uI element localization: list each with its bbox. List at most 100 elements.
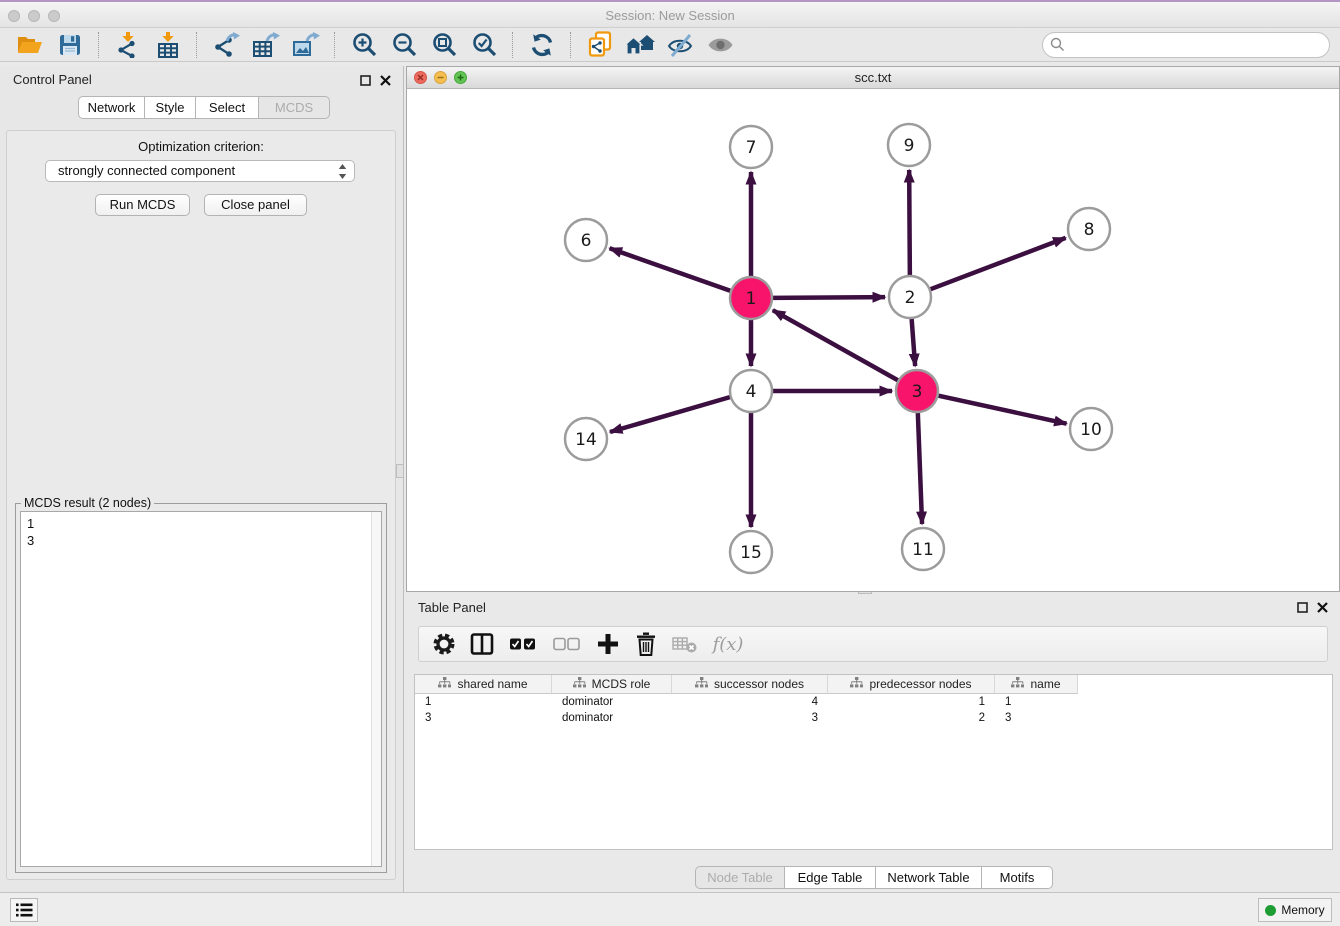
node-4[interactable]: 4 [730,370,772,412]
edge-2-8[interactable] [931,238,1066,289]
svg-text:2: 2 [905,288,916,308]
criterion-select[interactable]: strongly connected component [45,160,355,182]
tab-select[interactable]: Select [195,96,259,119]
node-10[interactable]: 10 [1070,408,1112,450]
clone-network-icon[interactable] [585,30,615,60]
toolbar-separator [98,32,100,58]
column-header-name[interactable]: name [995,675,1078,694]
node-7[interactable]: 7 [730,126,772,168]
edge-2-3[interactable] [912,319,916,366]
node-9[interactable]: 9 [888,124,930,166]
zoom-out-icon[interactable] [389,30,419,60]
delete-column-icon[interactable] [671,631,697,657]
import-table-icon[interactable] [153,30,183,60]
add-row-icon[interactable] [595,631,621,657]
column-label: name [1030,677,1060,691]
tab-network-table[interactable]: Network Table [875,866,982,889]
column-header-successor-nodes[interactable]: successor nodes [672,675,828,694]
hide-details-icon[interactable] [665,30,695,60]
svg-text:8: 8 [1084,220,1095,240]
node-3[interactable]: 3 [896,370,938,412]
close-panel-button[interactable]: Close panel [204,194,307,216]
deselect-all-icon[interactable] [551,631,583,657]
search-input[interactable] [1042,32,1330,58]
node-8[interactable]: 8 [1068,208,1110,250]
table-cell[interactable]: 3 [415,710,552,726]
save-session-icon[interactable] [55,30,85,60]
tab-style[interactable]: Style [144,96,196,119]
table-cell[interactable]: dominator [552,694,672,710]
vertical-splitter-grip[interactable] [396,464,404,478]
edge-3-11[interactable] [918,413,922,524]
zoom-in-icon[interactable] [349,30,379,60]
node-6[interactable]: 6 [565,219,607,261]
edge-2-9[interactable] [909,170,910,275]
table-cell[interactable]: dominator [552,710,672,726]
zoom-fit-icon[interactable] [429,30,459,60]
table-cell[interactable]: 1 [415,694,552,710]
edge-3-1[interactable] [773,310,898,380]
float-panel-icon[interactable] [360,73,371,91]
edge-3-10[interactable] [938,396,1066,424]
tab-mcds[interactable]: MCDS [258,96,330,119]
table-tabs: Node TableEdge TableNetwork TableMotifs [695,866,1053,889]
table-row[interactable]: 3dominator323 [415,710,1332,726]
table-cell[interactable]: 2 [828,710,995,726]
node-15[interactable]: 15 [730,531,772,573]
import-network-icon[interactable] [113,30,143,60]
houses-icon[interactable] [625,30,655,60]
column-header-predecessor-nodes[interactable]: predecessor nodes [828,675,995,694]
run-mcds-button[interactable]: Run MCDS [95,194,190,216]
network-canvas[interactable]: 7 9 6 8 1 2 4 3 14 10 15 11 [407,89,1339,591]
tab-motifs[interactable]: Motifs [981,866,1053,889]
mcds-result-fieldset: MCDS result (2 nodes) 13 [15,503,387,873]
zoom-selected-icon[interactable] [469,30,499,60]
table-panel: Table Panel [406,594,1340,890]
export-image-icon[interactable] [291,30,321,60]
close-panel-icon[interactable] [380,73,391,91]
settings-icon[interactable] [431,631,457,657]
criterion-value: strongly connected component [58,163,235,178]
show-eye-icon[interactable] [705,30,735,60]
svg-text:10: 10 [1080,420,1102,440]
table-cell[interactable]: 3 [995,710,1078,726]
refresh-layout-icon[interactable] [527,30,557,60]
float-panel-icon[interactable] [1297,600,1308,618]
tab-node-table[interactable]: Node Table [695,866,785,889]
table-cell[interactable]: 1 [995,694,1078,710]
panel-mode-icon[interactable] [469,631,495,657]
column-label: MCDS role [592,677,651,691]
memory-button[interactable]: Memory [1258,898,1332,922]
column-header-shared-name[interactable]: shared name [415,675,552,694]
column-label: shared name [457,677,527,691]
edge-4-14[interactable] [610,397,730,432]
column-header-MCDS-role[interactable]: MCDS role [552,675,672,694]
table-cell[interactable]: 3 [672,710,828,726]
node-14[interactable]: 14 [565,418,607,460]
export-table-icon[interactable] [251,30,281,60]
flow-icon [1011,677,1024,691]
tab-network[interactable]: Network [78,96,145,119]
node-11[interactable]: 11 [902,528,944,570]
delete-row-icon[interactable] [633,631,659,657]
open-session-icon[interactable] [15,30,45,60]
table-cell[interactable]: 4 [672,694,828,710]
network-window-titlebar[interactable]: scc.txt [407,67,1339,89]
node-table[interactable]: shared name MCDS role successor nodesprede… [414,674,1333,850]
table-row[interactable]: 1dominator411 [415,694,1332,710]
edge-1-6[interactable] [610,248,731,290]
export-network-icon[interactable] [211,30,241,60]
titlebar: Session: New Session [0,0,1340,28]
network-view-window: scc.txt 7 9 6 8 1 2 4 3 14 10 15 11 [406,66,1340,592]
table-cell[interactable]: 1 [828,694,995,710]
mcds-panel: Optimization criterion: strongly connect… [6,130,396,880]
close-panel-icon[interactable] [1317,600,1328,618]
function-builder-icon: f(x) [709,631,747,657]
edge-1-2[interactable] [773,297,885,298]
node-2[interactable]: 2 [889,276,931,318]
tab-edge-table[interactable]: Edge Table [784,866,876,889]
select-all-icon[interactable] [507,631,539,657]
task-history-button[interactable] [10,898,38,922]
result-scrollbar[interactable] [371,512,381,866]
node-1[interactable]: 1 [730,277,772,319]
